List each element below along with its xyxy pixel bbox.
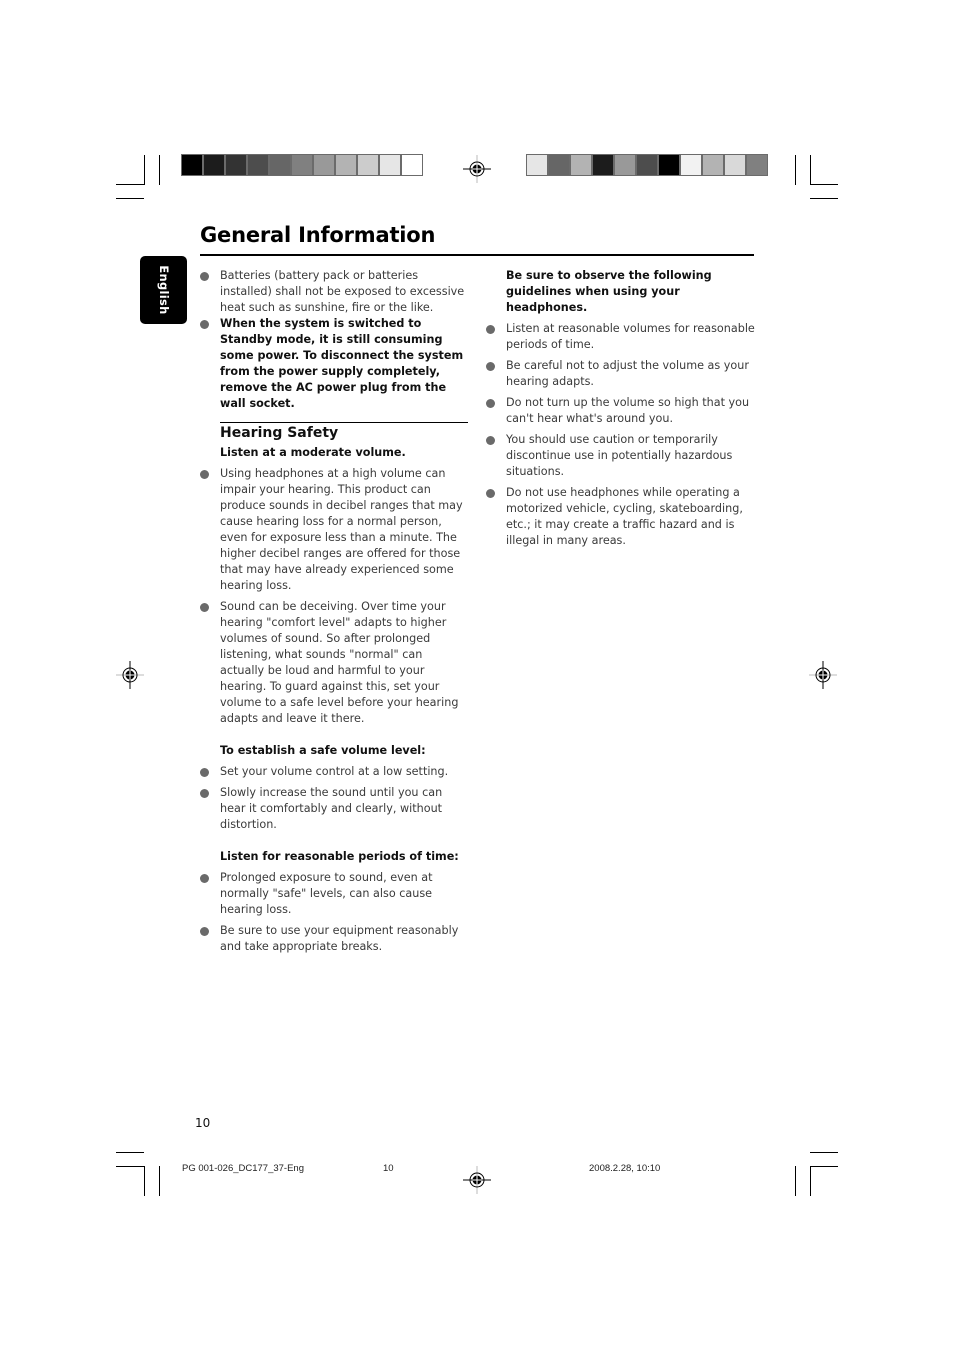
right-column: Be sure to observe the following guideli… [486, 268, 756, 549]
list-item: Prolonged exposure to sound, even at nor… [200, 870, 470, 918]
subheading: To establish a safe volume level: [220, 744, 426, 757]
crop-mark [116, 1152, 144, 1153]
crop-mark [810, 1166, 838, 1167]
list-item: You should use caution or temporarily di… [486, 432, 756, 480]
registration-target-icon [116, 661, 144, 689]
color-swatch [593, 155, 613, 175]
crop-mark [810, 1166, 811, 1196]
crop-mark [159, 155, 160, 185]
color-bar-right [526, 154, 768, 176]
slug-filename: PG 001-026_DC177_37-Eng [182, 1163, 305, 1174]
color-swatch [725, 155, 745, 175]
standby-warning: When the system is switched to Standby m… [200, 316, 470, 412]
list-item: Set your volume control at a low setting… [200, 764, 470, 780]
color-swatch [358, 155, 378, 175]
slug-page: 10 [383, 1163, 394, 1174]
left-column: Batteries (battery pack or batteries ins… [200, 268, 470, 955]
color-swatch [380, 155, 400, 175]
color-swatch [659, 155, 679, 175]
subheading: Be sure to observe the following guideli… [506, 269, 712, 314]
page-number: 10 [195, 1116, 211, 1130]
language-tab-label: English [156, 265, 171, 315]
color-swatch [402, 155, 422, 175]
list-item: Slowly increase the sound until you can … [200, 785, 470, 833]
crop-mark [116, 184, 144, 185]
color-swatch [314, 155, 334, 175]
registration-target-icon [809, 661, 837, 689]
crop-mark [159, 1166, 160, 1196]
crop-mark [116, 1166, 144, 1167]
crop-mark [810, 184, 838, 185]
color-swatch [703, 155, 723, 175]
color-swatch [527, 155, 547, 175]
color-swatch [270, 155, 290, 175]
section-title-hearing-safety: Hearing Safety [220, 425, 339, 441]
color-swatch [571, 155, 591, 175]
color-swatch [615, 155, 635, 175]
registration-target-icon [463, 155, 491, 183]
color-swatch [681, 155, 701, 175]
color-swatch [248, 155, 268, 175]
list-item: Do not use headphones while operating a … [486, 485, 756, 549]
color-swatch [637, 155, 657, 175]
crop-mark [795, 155, 796, 185]
list-item: Batteries (battery pack or batteries ins… [200, 268, 470, 316]
color-swatch [204, 155, 224, 175]
list-item: Do not turn up the volume so high that y… [486, 395, 756, 427]
list-item: Sound can be deceiving. Over time your h… [200, 599, 470, 727]
crop-mark [810, 198, 838, 199]
list-item: Be sure to use your equipment reasonably… [200, 923, 470, 955]
crop-mark [116, 198, 144, 199]
color-swatch [336, 155, 356, 175]
language-tab: English [140, 256, 187, 324]
crop-mark [810, 1152, 838, 1153]
subheading: Listen at a moderate volume. [220, 446, 406, 459]
list-item: Be careful not to adjust the volume as y… [486, 358, 756, 390]
section-divider [220, 422, 468, 423]
color-swatch [182, 155, 202, 175]
crop-mark [795, 1166, 796, 1196]
title-divider [200, 254, 754, 256]
list-item: Listen at reasonable volumes for reasona… [486, 321, 756, 353]
crop-mark [144, 1166, 145, 1196]
color-swatch [226, 155, 246, 175]
page-title: General Information [200, 223, 436, 247]
crop-mark [810, 155, 811, 185]
color-bar-left [181, 154, 423, 176]
color-swatch [549, 155, 569, 175]
subheading: Listen for reasonable periods of time: [220, 850, 459, 863]
crop-mark [144, 155, 145, 185]
list-item: Using headphones at a high volume can im… [200, 466, 470, 594]
registration-target-icon [463, 1166, 491, 1194]
color-swatch [292, 155, 312, 175]
color-swatch [747, 155, 767, 175]
slug-timestamp: 2008.2.28, 10:10 [589, 1163, 661, 1174]
